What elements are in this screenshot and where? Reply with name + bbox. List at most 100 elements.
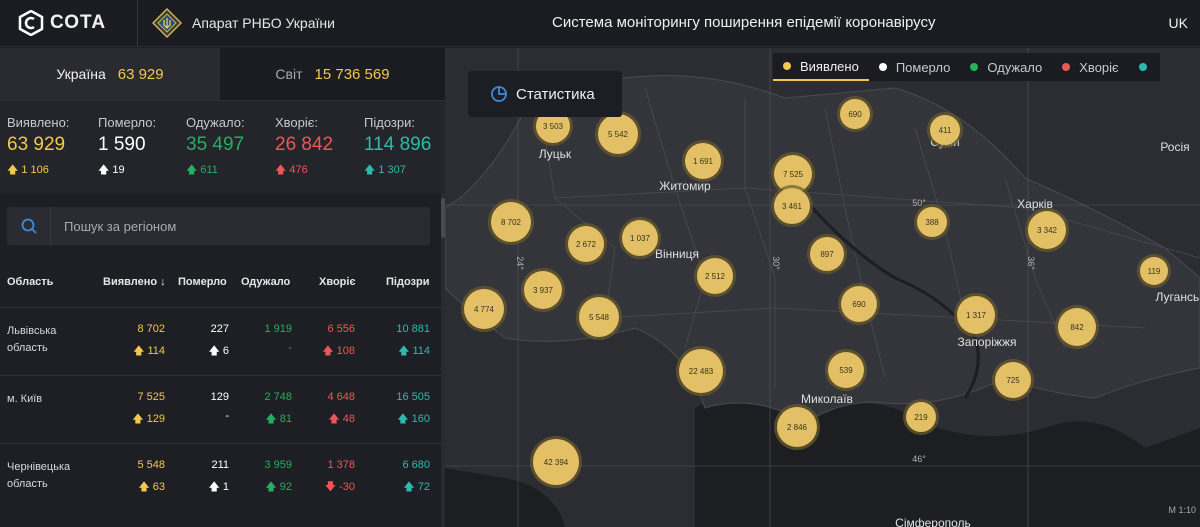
died-value: 129: [210, 391, 229, 403]
summary-label: Виявлено:: [7, 115, 70, 130]
case-bubble[interactable]: 3 461: [771, 185, 813, 227]
died-value: 211: [211, 459, 229, 471]
case-bubble[interactable]: 8 702: [488, 199, 534, 245]
region-name: Львівська область: [7, 325, 57, 354]
region-name: Чернівецька область: [7, 461, 71, 490]
col-header-region[interactable]: Область: [7, 276, 53, 288]
suspect-value: 10 881: [396, 323, 430, 335]
case-bubble[interactable]: 2 672: [565, 223, 607, 265]
summary-label: Померло:: [98, 115, 157, 130]
case-bubble[interactable]: 690: [837, 96, 873, 132]
tab-world-label: Світ: [275, 66, 303, 82]
arrow-up-icon: 🡅: [403, 481, 415, 493]
sick-value: 6 556: [327, 323, 355, 335]
case-bubble-label: 1 317: [966, 311, 987, 320]
case-bubble[interactable]: 3 342: [1025, 208, 1069, 252]
case-bubble[interactable]: 4 774: [461, 286, 507, 332]
case-bubble[interactable]: 897: [807, 234, 847, 274]
tab-world[interactable]: Світ 15 736 569: [220, 48, 445, 100]
recovered-delta: 92: [279, 481, 292, 493]
summary-label: Хворіє:: [275, 115, 319, 130]
summary-delta: 1 307: [378, 164, 406, 176]
summary-delta: 1 106: [21, 164, 49, 176]
summary-delta: 611: [200, 164, 218, 176]
col-header-detected[interactable]: Виявлено ↓: [103, 276, 166, 288]
recovered-value: 1 919: [264, 323, 292, 335]
map-view[interactable]: ЛуцькЖитомирСумиХарківВінницяЗапоріжжяЛу…: [445, 48, 1200, 527]
arrow-up-icon: 🡅: [398, 345, 410, 357]
case-bubble[interactable]: 119: [1137, 254, 1171, 288]
table-row[interactable]: Львівська область 8 702 🡅 114 227 🡅 6 1 …: [0, 307, 441, 374]
col-header-died[interactable]: Померло: [178, 276, 227, 288]
summary-panel: Виявлено: 63 929 🡅 1 106 Померло: 1 590 …: [0, 100, 445, 193]
case-bubble-label: 1 691: [693, 157, 714, 166]
case-bubble[interactable]: 2 512: [694, 255, 736, 297]
case-bubble[interactable]: 1 317: [954, 293, 998, 337]
sick-delta: 108: [336, 345, 355, 357]
arrow-up-icon: 🡅: [208, 481, 220, 493]
recovered-delta: -: [288, 342, 292, 354]
language-switch[interactable]: UK: [1169, 15, 1188, 31]
arrow-up-icon: 🡅: [322, 345, 334, 357]
city-label: Запоріжжя: [958, 335, 1017, 349]
city-label: Луганськ: [1156, 290, 1200, 304]
col-header-recovered[interactable]: Одужало: [241, 276, 290, 288]
detected-delta: 63: [152, 481, 165, 493]
summary-delta: 19: [112, 164, 125, 176]
grid-label: 30°: [771, 256, 781, 270]
tab-ukraine[interactable]: Україна 63 929: [0, 48, 220, 100]
case-bubble[interactable]: 725: [992, 359, 1034, 401]
summary-value: 114 896: [364, 134, 432, 155]
suspect-value: 6 680: [402, 459, 430, 471]
case-bubble[interactable]: 690: [838, 283, 880, 325]
legend-detected[interactable]: Виявлено: [773, 53, 869, 81]
table-header: Область Виявлено ↓ Померло Одужало Хворі…: [0, 276, 441, 306]
summary-value: 63 929: [7, 134, 66, 155]
legend-recovered[interactable]: Одужало: [960, 53, 1052, 81]
case-bubble[interactable]: 1 691: [682, 140, 724, 182]
legend-label: Померло: [895, 59, 951, 75]
app-logo[interactable]: СОТА: [0, 0, 138, 47]
case-bubble[interactable]: 22 483: [676, 346, 726, 396]
legend-died[interactable]: Померло: [869, 53, 961, 81]
arrow-down-icon: 🡇: [324, 481, 337, 493]
region-name: м. Київ: [7, 393, 43, 405]
suspect-delta: 72: [417, 481, 430, 493]
map-canvas[interactable]: ЛуцькЖитомирСумиХарківВінницяЗапоріжжяЛу…: [445, 48, 1200, 527]
recovered-value: 3 959: [264, 459, 292, 471]
case-bubble[interactable]: 411: [927, 112, 963, 148]
case-bubble[interactable]: 1 037: [619, 217, 661, 259]
case-bubble[interactable]: 219: [903, 399, 939, 435]
case-bubble[interactable]: 539: [825, 349, 867, 391]
case-bubble-label: 411: [939, 126, 952, 135]
case-bubble[interactable]: 3 937: [521, 268, 565, 312]
summary-died: Померло: 1 590 🡅 19: [98, 115, 156, 180]
arrow-up-icon: 🡅: [132, 413, 144, 425]
case-bubble[interactable]: 388: [914, 204, 950, 240]
logo-text: СОТА: [50, 12, 107, 33]
case-bubble[interactable]: 842: [1055, 305, 1099, 349]
case-bubble[interactable]: 5 548: [576, 294, 622, 340]
arrow-up-icon: 🡅: [328, 413, 340, 425]
case-bubble-label: 219: [914, 413, 928, 422]
case-bubble[interactable]: 5 542: [595, 111, 641, 157]
arrow-up-icon: 🡅: [7, 164, 19, 176]
legend-suspect[interactable]: [1129, 53, 1160, 81]
arrow-up-icon: 🡅: [265, 481, 277, 493]
city-label: Вінниця: [655, 247, 699, 261]
city-label: Сімферополь: [895, 516, 971, 527]
legend-sick[interactable]: Хворіє: [1052, 53, 1128, 81]
arrow-up-icon: 🡅: [98, 164, 110, 176]
search-button[interactable]: [7, 207, 51, 245]
table-row[interactable]: Чернівецька область 5 548 🡅 63 211 🡅 1 3…: [0, 443, 441, 510]
col-header-suspect[interactable]: Підозри: [386, 276, 429, 288]
arrow-up-icon: 🡅: [364, 164, 376, 176]
search-input[interactable]: [64, 218, 404, 234]
case-bubble[interactable]: 42 394: [530, 436, 582, 488]
arrow-up-icon: 🡅: [138, 481, 150, 493]
table-row[interactable]: м. Київ 7 525 🡅 129 129 - 2 748 🡅 81 4 6…: [0, 375, 441, 442]
org-link[interactable]: Апарат РНБО України: [152, 8, 335, 38]
col-header-sick[interactable]: Хворіє: [319, 276, 356, 288]
case-bubble[interactable]: 2 846: [774, 404, 820, 450]
statistics-button[interactable]: Статистика: [468, 71, 622, 117]
